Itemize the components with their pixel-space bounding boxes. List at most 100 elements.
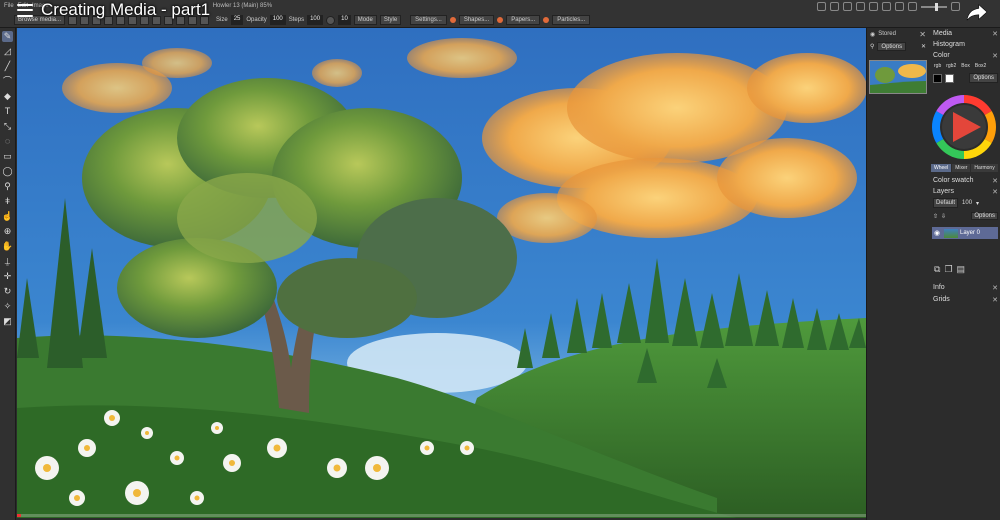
settings-button[interactable]: Settings... (410, 15, 447, 25)
redo-icon[interactable] (830, 2, 839, 11)
close-icon[interactable]: ✕ (919, 30, 926, 39)
navigator-thumbnail[interactable] (869, 60, 927, 94)
blend-mode-dropdown[interactable]: Default (933, 198, 959, 208)
video-progress-fill (17, 514, 22, 517)
grid-icon[interactable] (882, 2, 891, 11)
new-layer-icon[interactable]: ⧉ (934, 264, 940, 275)
style-dropdown[interactable]: Style (379, 15, 402, 25)
steps-value[interactable]: 100 (307, 15, 324, 25)
brush-tool-icon[interactable]: ✎ (2, 31, 13, 42)
color-swatch-section[interactable]: Color swatch ✕ (930, 175, 1000, 186)
rotate-left-icon[interactable] (843, 2, 852, 11)
delete-layer-icon[interactable]: ▤ (957, 264, 966, 275)
layer-item[interactable]: ◉ Layer 0 (932, 227, 998, 239)
opacity-label: Opacity (246, 17, 267, 23)
tab-box[interactable]: Box (959, 63, 972, 69)
video-progress-bar[interactable] (17, 514, 866, 517)
menu-item-file[interactable]: File (4, 3, 14, 9)
color-model-tabs: rgb rgb2 Box Box2 (930, 61, 1000, 71)
painting-canvas[interactable] (17, 28, 866, 518)
close-icon[interactable]: ✕ (992, 188, 998, 196)
color-section[interactable]: Color ✕ (930, 50, 1000, 61)
eyedropper-tool-icon[interactable]: ǂ (2, 196, 13, 207)
transform-tool-icon[interactable]: ⤡ (2, 121, 13, 132)
particles-button[interactable]: Particles... (552, 15, 591, 25)
color-wheel[interactable] (931, 94, 997, 160)
tab-rgb2[interactable]: rgb2 (944, 63, 958, 69)
properties-panel: Media ✕ Histogram Color ✕ rgb rgb2 Box Box… (930, 28, 1000, 520)
hand-tool-icon[interactable]: ✋ (2, 241, 13, 252)
zoom-reset-icon[interactable] (951, 2, 960, 11)
tab-wheel[interactable]: Wheel (931, 164, 952, 172)
tool-strip: ✎ ◿ ╱ ⌒ ◆ T ⤡ ◌ ▭ ◯ ⚲ ǂ ☝ ⊕ ✋ ⍊ ✛ ↻ ✧ ◩ (0, 28, 16, 520)
undo-icon[interactable] (817, 2, 826, 11)
close-icon[interactable]: ✕ (992, 284, 998, 292)
move-down-icon[interactable]: ⇩ (941, 213, 946, 220)
close-icon[interactable]: ✕ (921, 43, 926, 50)
fullscreen-icon[interactable] (908, 2, 917, 11)
move-up-icon[interactable]: ⇧ (933, 213, 938, 220)
info-section[interactable]: Info ✕ (930, 282, 1000, 293)
zoom-slider[interactable] (921, 2, 947, 11)
rect-select-tool-icon[interactable]: ▭ (2, 151, 13, 162)
size-value[interactable]: 25 (230, 15, 244, 25)
shapes-button[interactable]: Shapes... (458, 15, 495, 25)
media-section[interactable]: Media ✕ (930, 28, 1000, 39)
clone-tool-icon[interactable]: ⊕ (2, 226, 13, 237)
tab-box2[interactable]: Box2 (973, 63, 988, 69)
menu-icon[interactable] (17, 3, 33, 17)
layer-options-dropdown[interactable]: Options (971, 212, 998, 220)
count-value[interactable]: 10 (338, 15, 351, 25)
zoom-tool-icon[interactable]: ⚲ (2, 181, 13, 192)
ellipse-select-tool-icon[interactable]: ◯ (2, 166, 13, 177)
video-title-overlay: Creating Media - part1 (17, 0, 210, 21)
tab-mixer[interactable]: Mixer (952, 164, 971, 172)
share-icon[interactable] (966, 2, 988, 22)
color-chip-icon[interactable]: ◩ (2, 316, 13, 327)
stamp-tool-icon[interactable]: ⍊ (2, 256, 13, 267)
layer-actions: ⧉ ❐ ▤ (934, 264, 965, 275)
opacity-value[interactable]: 100 (269, 15, 286, 25)
navigator-header: ◉ Stored ✕ (867, 28, 929, 40)
close-icon[interactable]: ✕ (992, 52, 998, 60)
grids-section[interactable]: Grids ✕ (930, 294, 1000, 305)
papers-button[interactable]: Papers... (506, 15, 541, 25)
layer-thumbnail (944, 228, 958, 238)
navigator-tab[interactable]: Stored (878, 31, 896, 37)
eraser-tool-icon[interactable]: ◿ (2, 46, 13, 57)
fill-tool-icon[interactable]: ◆ (2, 91, 13, 102)
tab-rgb[interactable]: rgb (932, 63, 943, 69)
tab-harmony[interactable]: Harmony (971, 164, 998, 172)
zoom-fit-icon[interactable] (895, 2, 904, 11)
curve-tool-icon[interactable]: ⌒ (2, 76, 13, 87)
layer-opacity-value[interactable]: 100 (960, 200, 974, 206)
navigator-options-dropdown[interactable]: Options (877, 41, 907, 51)
move-tool-icon[interactable]: ✛ (2, 271, 13, 282)
text-tool-icon[interactable]: T (2, 106, 13, 117)
smudge-tool-icon[interactable]: ☝ (2, 211, 13, 222)
pin-icon[interactable]: ⚲ (870, 43, 874, 50)
close-icon[interactable]: ✕ (992, 296, 998, 304)
lasso-tool-icon[interactable]: ◌ (2, 136, 13, 147)
close-icon[interactable]: ✕ (992, 30, 998, 38)
landscape-painting (17, 28, 866, 518)
rotate-right-icon[interactable] (856, 2, 865, 11)
close-icon[interactable]: ✕ (992, 177, 998, 185)
settings-status-dot (449, 17, 456, 23)
duplicate-layer-icon[interactable]: ❐ (944, 264, 952, 275)
layer-name[interactable]: Layer 0 (960, 230, 980, 236)
chevron-down-icon[interactable]: ▾ (976, 200, 979, 207)
eye-icon[interactable]: ◉ (870, 31, 875, 38)
foreground-swatch[interactable] (933, 73, 942, 83)
magic-tool-icon[interactable]: ✧ (2, 301, 13, 312)
document-tab[interactable]: Howler 13 (Main) 85% (213, 3, 272, 9)
background-swatch[interactable] (945, 73, 954, 83)
color-options-dropdown[interactable]: Options (969, 73, 998, 83)
line-tool-icon[interactable]: ╱ (2, 61, 13, 72)
rotate-tool-icon[interactable]: ↻ (2, 286, 13, 297)
flip-icon[interactable] (869, 2, 878, 11)
visibility-icon[interactable]: ◉ (934, 229, 942, 237)
mode-dropdown[interactable]: Mode (353, 15, 377, 25)
layers-section[interactable]: Layers ✕ (930, 186, 1000, 197)
histogram-section[interactable]: Histogram (930, 39, 1000, 50)
